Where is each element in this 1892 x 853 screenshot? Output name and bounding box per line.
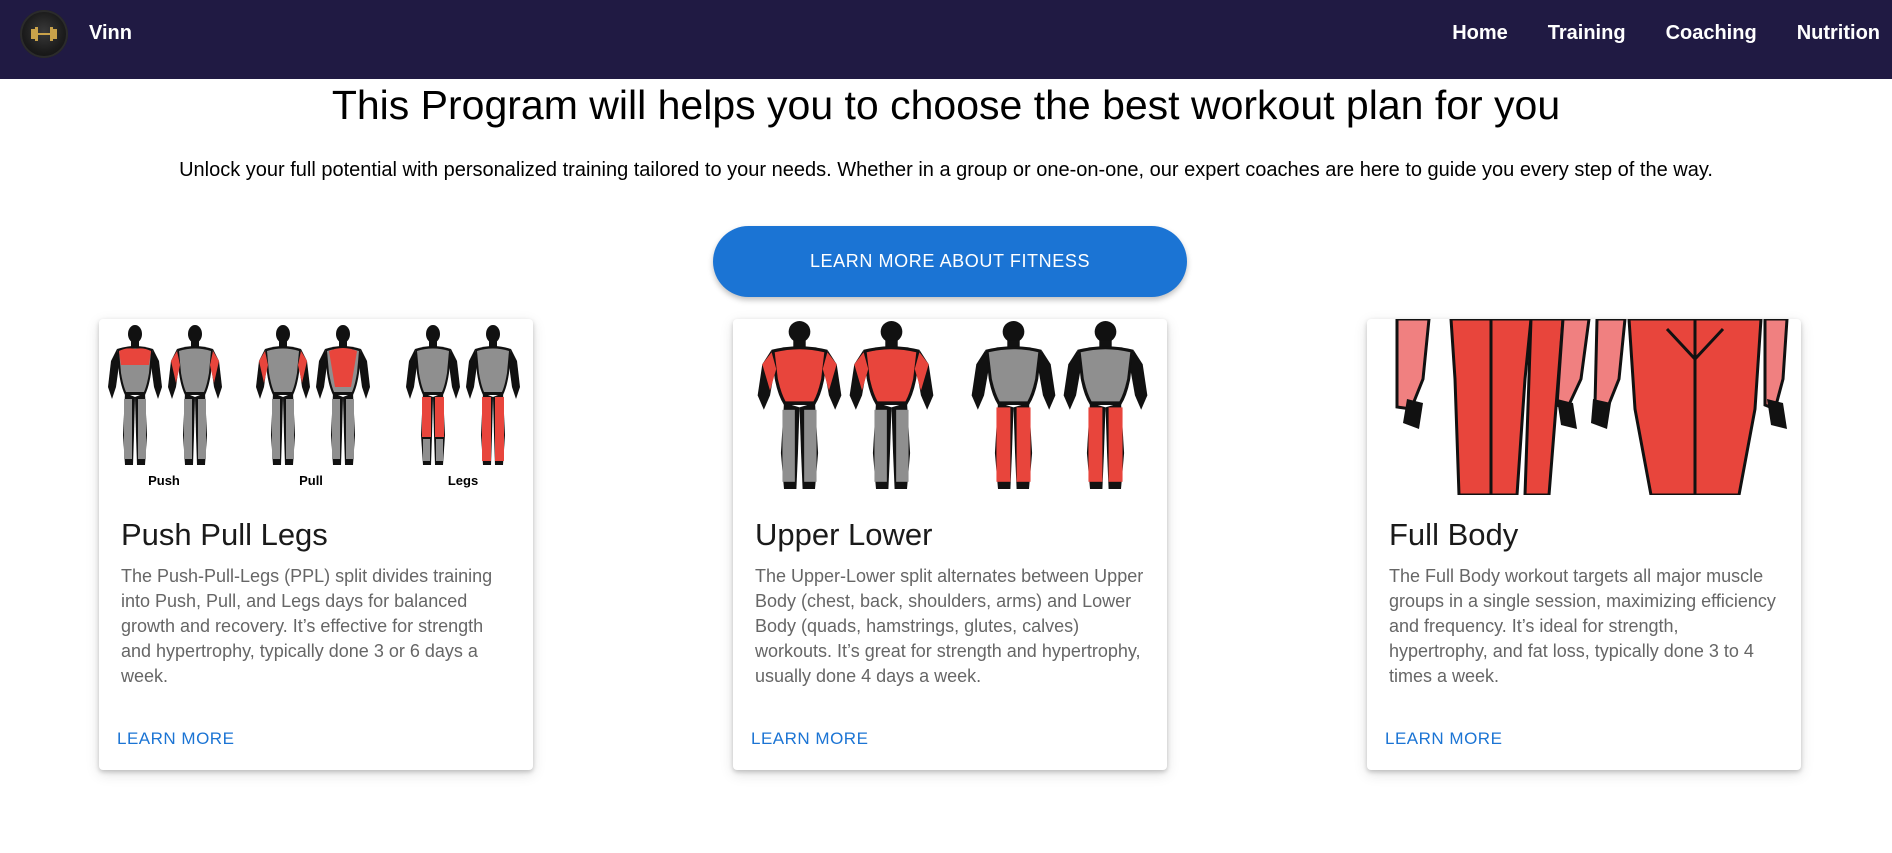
brand-name[interactable]: Vinn bbox=[89, 22, 132, 45]
nav-link-nutrition[interactable]: Nutrition bbox=[1797, 22, 1880, 45]
page-subtitle: Unlock your full potential with personal… bbox=[179, 159, 1713, 181]
ppl-label-push: Push bbox=[148, 473, 180, 488]
full-body-muscle-diagram bbox=[1395, 319, 1789, 495]
card-title: Upper Lower bbox=[755, 517, 933, 552]
learn-more-link[interactable]: LEARN MORE bbox=[751, 729, 868, 749]
card-title: Full Body bbox=[1389, 517, 1519, 552]
learn-more-link[interactable]: LEARN MORE bbox=[117, 729, 234, 749]
nav-links: Home Training Coaching Nutrition bbox=[1412, 22, 1880, 45]
program-card-ppl: Push Pull Legs Push Pull Legs The Push-P… bbox=[99, 319, 533, 770]
ppl-muscle-diagram: Push Pull Legs bbox=[108, 325, 520, 488]
nav-link-coaching[interactable]: Coaching bbox=[1666, 22, 1757, 45]
nav-link-training[interactable]: Training bbox=[1548, 22, 1626, 45]
card-description: The Push-Pull-Legs (PPL) split divides t… bbox=[121, 566, 493, 686]
page-title: This Program will helps you to choose th… bbox=[331, 82, 1561, 128]
learn-more-link[interactable]: LEARN MORE bbox=[1385, 729, 1502, 749]
card-description: The Upper-Lower split alternates between… bbox=[755, 566, 1144, 686]
nav-link-home[interactable]: Home bbox=[1452, 22, 1508, 45]
dumbbell-logo-icon[interactable] bbox=[20, 10, 68, 58]
program-card-full-body: Full Body The Full Body workout targets … bbox=[1367, 319, 1801, 770]
ppl-label-legs: Legs bbox=[448, 473, 478, 488]
upper-lower-muscle-diagram bbox=[757, 321, 1148, 489]
program-card-upper-lower: Upper Lower The Upper-Lower split altern… bbox=[733, 319, 1167, 770]
top-navbar: Vinn Home Training Coaching Nutrition bbox=[0, 0, 1892, 79]
card-title: Push Pull Legs bbox=[121, 517, 328, 552]
ppl-label-pull: Pull bbox=[299, 473, 323, 488]
learn-more-fitness-button[interactable]: LEARN MORE ABOUT FITNESS bbox=[713, 226, 1187, 297]
card-description: The Full Body workout targets all major … bbox=[1389, 566, 1776, 686]
